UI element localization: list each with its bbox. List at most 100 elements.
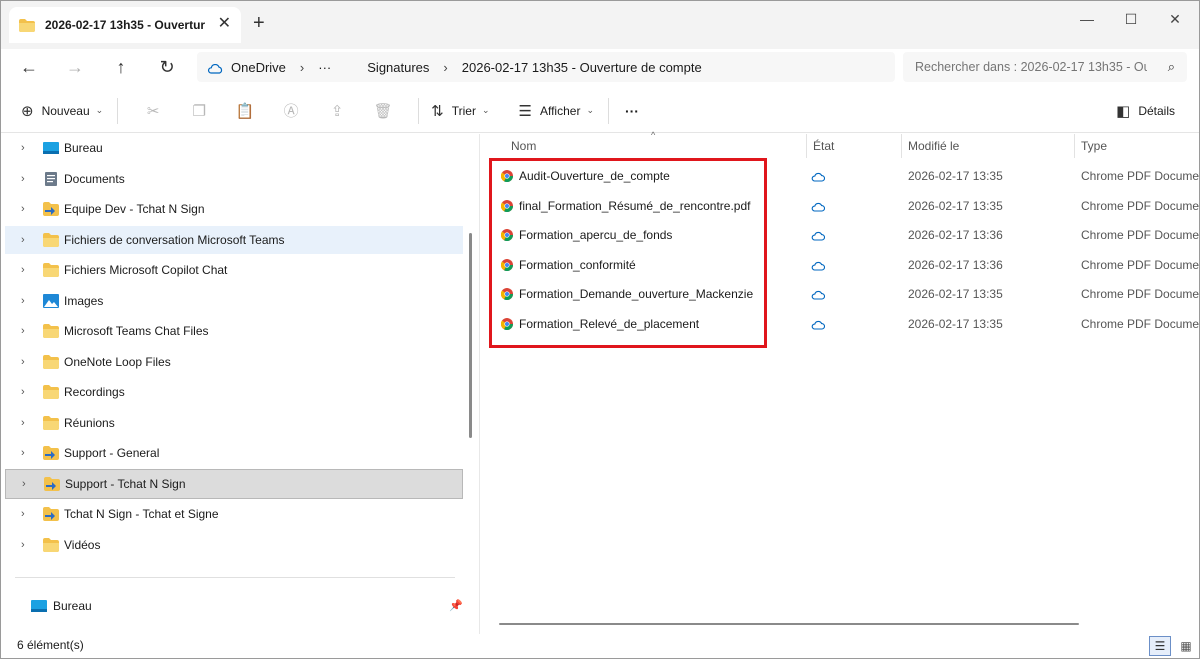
- desktop-icon: [31, 599, 47, 613]
- cloud-icon: [811, 171, 826, 182]
- sidebar-item-images[interactable]: › Images: [5, 287, 463, 315]
- expand-chevron-icon[interactable]: ›: [21, 356, 25, 368]
- expand-chevron-icon[interactable]: ›: [21, 203, 25, 215]
- breadcrumb-onedrive[interactable]: OneDrive: [231, 60, 286, 75]
- expand-chevron-icon[interactable]: ›: [21, 447, 25, 459]
- view-button[interactable]: ☰ Afficher ⌄: [519, 102, 594, 120]
- horizontal-scrollbar[interactable]: [499, 623, 1079, 625]
- sidebar-item-equipe-dev[interactable]: › Equipe Dev - Tchat N Sign: [5, 195, 463, 223]
- sidebar-item-reunions[interactable]: › Réunions: [5, 409, 463, 437]
- rename-icon[interactable]: Ⓐ: [268, 100, 314, 121]
- expand-chevron-icon[interactable]: ›: [21, 295, 25, 307]
- file-type: Chrome PDF Document: [1081, 287, 1200, 301]
- red-highlight-box: [489, 158, 767, 348]
- sidebar-item-label: Bureau: [64, 141, 103, 155]
- close-tab-icon[interactable]: ✕: [218, 16, 231, 32]
- maximize-button[interactable]: ☐: [1119, 9, 1143, 29]
- folder-icon: [43, 263, 59, 277]
- search-box[interactable]: ⌕: [903, 52, 1187, 82]
- expand-chevron-icon[interactable]: ›: [21, 142, 25, 154]
- sidebar-scrollbar[interactable]: [469, 233, 472, 438]
- toolbar-divider: [418, 97, 420, 124]
- sidebar-item-support-general[interactable]: › Support - General: [5, 439, 463, 467]
- copy-icon[interactable]: ❐: [176, 102, 222, 120]
- expand-chevron-icon[interactable]: ›: [21, 325, 25, 337]
- sidebar-item-label: Fichiers Microsoft Copilot Chat: [64, 263, 228, 277]
- expand-chevron-icon[interactable]: ›: [21, 173, 25, 185]
- forward-button[interactable]: →: [61, 53, 89, 81]
- cut-icon[interactable]: ✂: [130, 102, 176, 120]
- sort-ascending-icon: ^: [651, 130, 656, 140]
- sidebar-item-support-tchat[interactable]: › Support - Tchat N Sign: [5, 469, 463, 499]
- expand-chevron-icon[interactable]: ›: [21, 508, 25, 520]
- expand-chevron-icon[interactable]: ›: [21, 417, 25, 429]
- active-tab[interactable]: 2026-02-17 13h35 - Ouverture de compte ✕: [9, 7, 241, 43]
- new-button[interactable]: ⊕ Nouveau ⌄: [21, 102, 103, 120]
- breadcrumb-separator[interactable]: ›: [300, 60, 304, 75]
- sidebar-item-bureau[interactable]: › Bureau: [5, 134, 463, 162]
- cloud-icon: [811, 260, 826, 271]
- sidebar-item-fichiers-copilot[interactable]: › Fichiers Microsoft Copilot Chat: [5, 256, 463, 284]
- sidebar-item-videos[interactable]: › Vidéos: [5, 531, 463, 559]
- share-icon[interactable]: ⇪: [314, 102, 360, 120]
- sort-button[interactable]: ⇅ Trier ⌄: [431, 102, 489, 120]
- new-label: Nouveau: [41, 103, 90, 118]
- paste-icon[interactable]: 📋: [222, 102, 268, 120]
- sidebar-item-label: Documents: [64, 172, 125, 186]
- command-bar: ⊕ Nouveau ⌄ ✂ ❐ 📋 Ⓐ ⇪ 🗑 ⇅ Trier ⌄ ☰ Affi…: [1, 89, 1199, 133]
- refresh-button[interactable]: ↻: [153, 53, 181, 81]
- sidebar-item-label: Fichiers de conversation Microsoft Teams: [64, 233, 285, 247]
- search-input[interactable]: [915, 60, 1147, 74]
- expand-chevron-icon[interactable]: ›: [22, 478, 26, 490]
- sidebar-item-recordings[interactable]: › Recordings: [5, 378, 463, 406]
- file-modified: 2026-02-17 13:35: [908, 199, 1003, 213]
- column-header-type[interactable]: Type: [1081, 134, 1107, 158]
- status-bar: 6 élément(s) ☰ ▦: [1, 634, 1199, 658]
- item-count: 6 élément(s): [17, 638, 84, 652]
- chevron-down-icon: ⌄: [481, 105, 490, 115]
- breadcrumb-ellipsis[interactable]: ···: [318, 60, 331, 75]
- sidebar-item-fichiers-teams[interactable]: › Fichiers de conversation Microsoft Tea…: [5, 226, 463, 254]
- sidebar-item-label: Vidéos: [64, 538, 101, 552]
- title-bar: 2026-02-17 13h35 - Ouverture de compte ✕…: [1, 1, 1199, 49]
- expand-chevron-icon[interactable]: ›: [21, 539, 25, 551]
- details-label: Détails: [1138, 103, 1175, 118]
- back-button[interactable]: ←: [15, 53, 43, 81]
- up-button[interactable]: ↑: [107, 53, 135, 81]
- sidebar-item-documents[interactable]: › Documents: [5, 165, 463, 193]
- expand-chevron-icon[interactable]: ›: [21, 386, 25, 398]
- minimize-button[interactable]: —: [1075, 9, 1099, 29]
- sidebar-item-tchat-et-signe[interactable]: › Tchat N Sign - Tchat et Signe: [5, 500, 463, 528]
- delete-icon[interactable]: 🗑: [360, 102, 406, 120]
- quick-access-bureau[interactable]: Bureau: [31, 595, 92, 617]
- pane-splitter[interactable]: [479, 134, 480, 634]
- column-divider[interactable]: [901, 134, 902, 158]
- column-header-state[interactable]: État: [813, 134, 834, 158]
- column-header-modified[interactable]: Modifié le: [908, 134, 959, 158]
- breadcrumb-separator[interactable]: ›: [443, 60, 447, 75]
- column-divider[interactable]: [806, 134, 807, 158]
- sidebar-item-onenote-loop[interactable]: › OneNote Loop Files: [5, 348, 463, 376]
- details-view-icon[interactable]: ☰: [1149, 636, 1171, 656]
- sidebar-item-teams-chat-files[interactable]: › Microsoft Teams Chat Files: [5, 317, 463, 345]
- address-bar[interactable]: OneDrive › ··· Signatures › 2026-02-17 1…: [197, 52, 895, 82]
- pin-icon[interactable]: 📌: [449, 599, 463, 612]
- breadcrumb-current[interactable]: 2026-02-17 13h35 - Ouverture de compte: [462, 60, 702, 75]
- search-icon[interactable]: ⌕: [1168, 59, 1175, 75]
- details-button[interactable]: ◧ Détails: [1116, 102, 1175, 120]
- shared-folder-icon: [43, 507, 59, 521]
- breadcrumb-signatures[interactable]: Signatures: [367, 60, 429, 75]
- documents-icon: [43, 172, 59, 186]
- expand-chevron-icon[interactable]: ›: [21, 234, 25, 246]
- column-header-name[interactable]: Nom: [511, 134, 536, 158]
- file-modified: 2026-02-17 13:36: [908, 228, 1003, 242]
- new-tab-button[interactable]: +: [253, 13, 265, 33]
- file-modified: 2026-02-17 13:35: [908, 287, 1003, 301]
- tiles-view-icon[interactable]: ▦: [1176, 636, 1196, 656]
- sort-icon: ⇅: [431, 102, 444, 120]
- column-divider[interactable]: [1074, 134, 1075, 158]
- toolbar-divider: [117, 97, 119, 124]
- more-options-icon[interactable]: ···: [625, 103, 639, 119]
- expand-chevron-icon[interactable]: ›: [21, 264, 25, 276]
- close-window-button[interactable]: ✕: [1163, 9, 1187, 29]
